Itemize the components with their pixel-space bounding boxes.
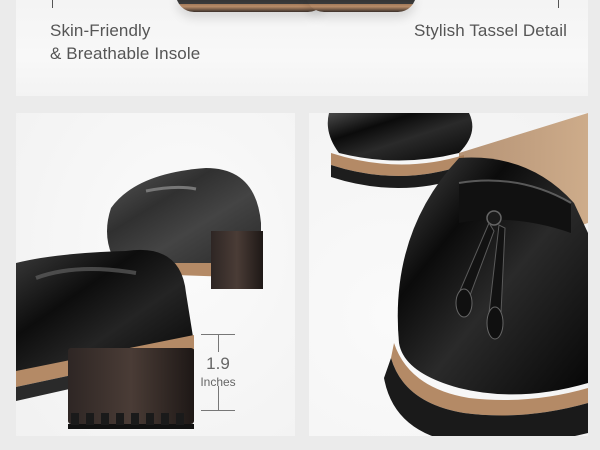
heel-shoes-illustration (16, 168, 263, 429)
page-footer-strip (0, 436, 600, 450)
tassel-photo (309, 113, 588, 450)
callout-tick (558, 0, 559, 8)
tassel-caption: Stylish Tassel Detail (414, 21, 567, 40)
insole-caption-line1: Skin-Friendly (50, 21, 151, 40)
tassel-shoe-illustration (327, 113, 588, 446)
marker-line (218, 334, 219, 352)
shoe-sole-image (306, 0, 416, 12)
marker-cap (201, 410, 235, 411)
insole-caption: Skin-Friendly & Breathable Insole (50, 19, 200, 65)
feature-banner: Skin-Friendly & Breathable Insole Stylis… (16, 0, 588, 96)
heel-height-unit: Inches (200, 375, 236, 389)
callout-tick (52, 0, 53, 8)
insole-caption-line2: & Breathable Insole (50, 44, 201, 63)
marker-line (218, 386, 219, 410)
heel-height-value: 1.9 (206, 354, 230, 373)
shoe-sole-image (176, 0, 326, 12)
heel-photo (16, 113, 295, 450)
